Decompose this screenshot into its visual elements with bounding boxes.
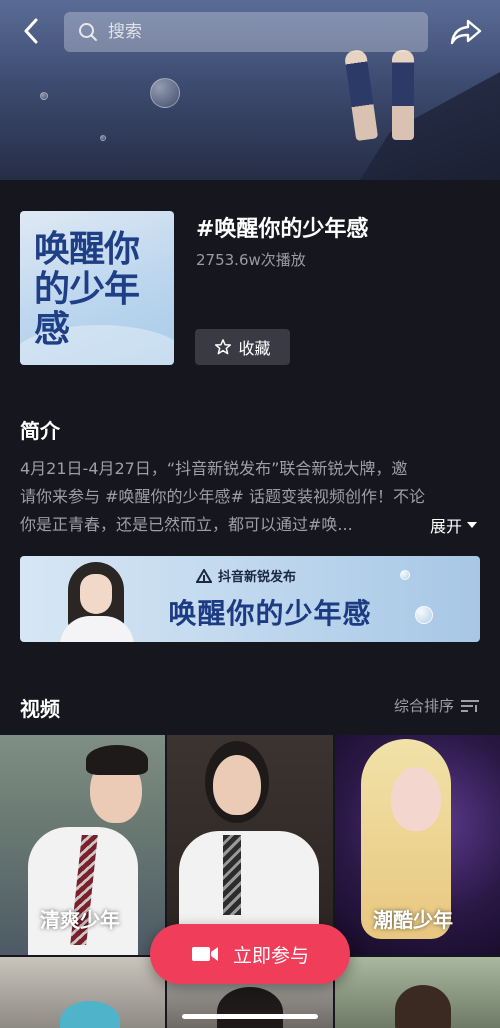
join-now-label: 立即参与 <box>232 944 309 967</box>
cover-title-art: 唤醒你的少年感 <box>34 228 140 350</box>
video-thumbnail[interactable] <box>335 957 500 1028</box>
bubble-decoration <box>400 570 410 580</box>
join-now-button[interactable]: 立即参与 <box>150 924 350 984</box>
video-grid: 清爽少年 潮酷少年 <box>0 735 500 1028</box>
caret-down-icon <box>467 522 478 528</box>
bubble-decoration <box>150 78 180 108</box>
bubble-decoration <box>40 92 48 100</box>
star-outline-icon <box>215 339 232 355</box>
intro-text: 4月21日-4月27日，“抖音新锐发布”联合新锐大牌，邀 请你来参与 #唤醒你的… <box>20 455 480 539</box>
promo-slogan: 唤醒你的少年感 <box>168 597 372 630</box>
collect-label: 收藏 <box>238 339 271 358</box>
promo-brand-label: 抖音新锐发布 <box>218 570 297 585</box>
bubble-decoration <box>100 135 106 141</box>
videos-heading: 视频 <box>20 697 60 721</box>
topic-cover-image: 唤醒你的少年感 <box>20 211 174 365</box>
search-box[interactable] <box>64 12 428 52</box>
expand-label: 展开 <box>430 517 463 536</box>
video-caption: 清爽少年 <box>40 908 120 932</box>
video-thumbnail[interactable] <box>167 735 333 955</box>
intro-line: 你是正青春，还是已然而立，都可以通过#唤... <box>20 515 353 534</box>
sort-label: 综合排序 <box>393 697 454 715</box>
promo-brand: 抖音新锐发布 <box>196 566 296 585</box>
search-input[interactable] <box>108 22 408 42</box>
top-bar <box>0 0 500 64</box>
intro-line: 请你来参与 #唤醒你的少年感# 话题变装视频创作！不论 <box>20 487 425 506</box>
video-thumbnail[interactable] <box>0 957 165 1028</box>
chevron-left-icon <box>24 18 38 44</box>
home-indicator <box>182 1014 318 1019</box>
video-camera-icon <box>191 947 218 961</box>
sort-button[interactable]: 综合排序 <box>394 695 480 716</box>
promo-spokesperson-image <box>48 560 148 642</box>
share-button[interactable] <box>448 14 484 50</box>
sort-lines-icon <box>461 699 479 712</box>
collect-button[interactable]: 收藏 <box>195 329 290 365</box>
promo-banner[interactable]: 抖音新锐发布 唤醒你的少年感 <box>20 556 480 642</box>
topic-title: #唤醒你的少年感 <box>196 217 369 242</box>
intro-line: 4月21日-4月27日，“抖音新锐发布”联合新锐大牌，邀 <box>20 459 408 478</box>
brand-logo-icon <box>196 568 212 583</box>
search-icon <box>79 23 97 41</box>
bubble-decoration <box>415 606 433 624</box>
video-caption: 潮酷少年 <box>373 908 453 932</box>
expand-button[interactable]: 展开 <box>426 511 479 539</box>
share-arrow-icon <box>450 19 482 45</box>
video-thumbnail[interactable]: 潮酷少年 <box>335 735 500 955</box>
play-count: 2753.6w次播放 <box>196 251 306 269</box>
intro-heading: 简介 <box>20 419 60 443</box>
video-thumbnail[interactable]: 清爽少年 <box>0 735 165 955</box>
back-button[interactable] <box>14 14 48 48</box>
